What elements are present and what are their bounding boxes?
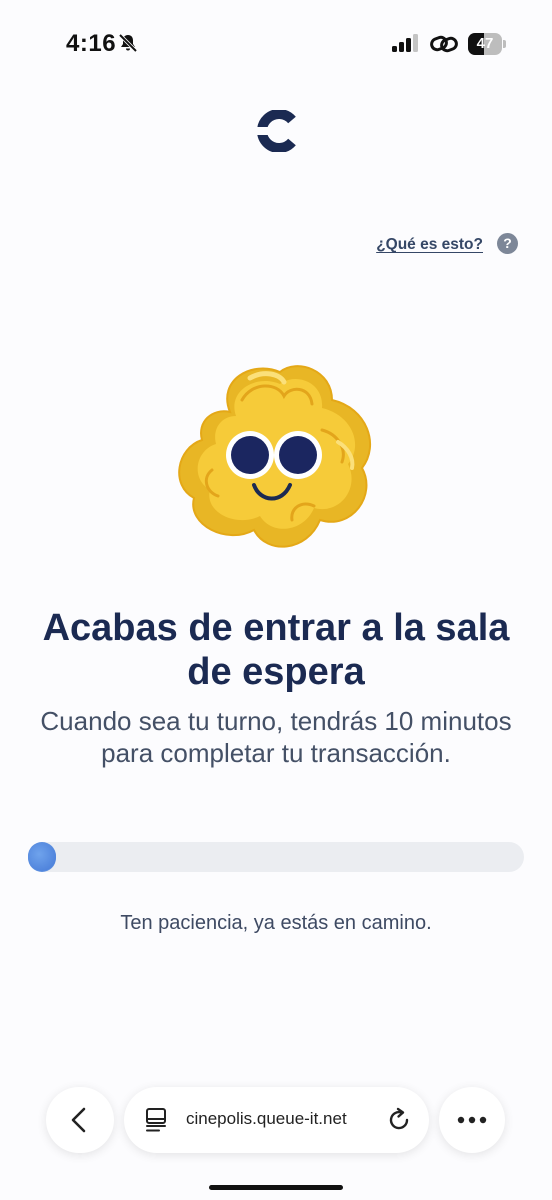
cinepolis-logo-icon (256, 109, 296, 157)
patience-message: Ten paciencia, ya estás en camino. (120, 912, 432, 934)
status-bar: 4:16 47 (0, 0, 552, 90)
url-text: cinepolis.queue-it.net (186, 1109, 347, 1128)
bell-slash-icon (118, 33, 138, 58)
battery-icon: 47 (468, 33, 506, 55)
reload-icon[interactable] (386, 1107, 412, 1138)
progress-indicator (28, 843, 56, 871)
page-title: Acabas de entrar a la sala de espera (42, 607, 510, 693)
chevron-left-icon (71, 1107, 86, 1133)
queue-progress-fill (28, 842, 56, 872)
home-indicator (209, 1185, 343, 1190)
browser-toolbar: cinepolis.queue-it.net (0, 1070, 552, 1180)
queue-progress-bar (28, 842, 524, 872)
more-icon (457, 1116, 487, 1124)
back-button[interactable] (46, 1087, 114, 1153)
address-bar[interactable]: cinepolis.queue-it.net (124, 1087, 429, 1153)
status-time: 4:16 (66, 30, 117, 57)
signal-icon (392, 34, 420, 57)
turn-info-text: Cuando sea tu turno, tendrás 10 minutos … (40, 706, 512, 768)
popcorn-mascot-icon (172, 360, 382, 560)
tabs-icon[interactable] (145, 1107, 169, 1138)
link-icon (430, 33, 458, 60)
more-button[interactable] (439, 1087, 505, 1153)
help-icon[interactable]: ? (497, 233, 518, 254)
battery-level: 47 (476, 35, 494, 52)
what-is-this-link[interactable]: ¿Qué es esto? (376, 236, 483, 254)
